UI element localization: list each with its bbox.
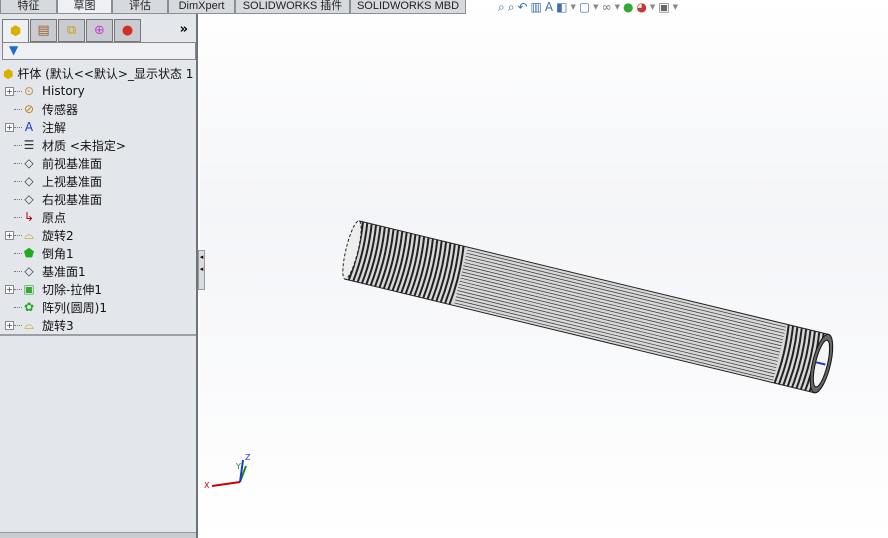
configuration-manager-tab[interactable]: ⧉: [58, 19, 85, 42]
plane-icon: ◇: [24, 264, 34, 278]
tree-item-label: 前视基准面: [42, 156, 103, 171]
tree-item-label: 注解: [42, 120, 67, 135]
tree-item[interactable]: ↳ 原点: [0, 208, 196, 226]
horizontal-scrollbar[interactable]: [0, 532, 196, 538]
tree-item[interactable]: + ⌓ 旋转2: [0, 226, 196, 244]
appearance-icon: ●: [121, 23, 134, 38]
tree-item-label: 阵列(圆周)1: [42, 300, 107, 315]
expand-icon[interactable]: +: [5, 86, 14, 96]
x-axis-label: X: [204, 481, 210, 490]
tree-item[interactable]: ◇ 基准面1: [0, 262, 196, 280]
command-manager-tabs: 特征 草图 评估 DimXpert SOLIDWORKS 插件 SOLIDWOR…: [0, 0, 466, 14]
tree-item[interactable]: ⊘ 传感器: [0, 100, 196, 118]
tree-item[interactable]: ☰ 材质 <未指定>: [0, 136, 196, 154]
plane-icon: ◇: [24, 156, 34, 170]
tree-item[interactable]: ◇ 前视基准面: [0, 154, 196, 172]
property-icon: ▤: [37, 23, 50, 38]
tree-item-label: 原点: [42, 210, 67, 225]
feature-manager-tab[interactable]: ⬢: [2, 19, 29, 42]
tree-root[interactable]: ⬢ 杆体 (默认<<默认>_显示状态 1: [3, 65, 196, 82]
filter-input[interactable]: ▼: [2, 42, 196, 60]
tree-item[interactable]: + ⌓ 旋转3: [0, 316, 196, 334]
revolve-icon: ⌓: [24, 318, 34, 332]
expand-icon[interactable]: +: [5, 320, 14, 330]
revolve-icon: ⌓: [24, 228, 34, 242]
tab-dimxpert[interactable]: DimXpert: [168, 0, 235, 14]
feature-tree: + ⏲ History ⊘ 传感器 + A 注解 ☰ 材质 <未指定> ◇ 前视基准面 ◇ 上视基准面 ◇ 右…: [0, 82, 196, 334]
tab-features[interactable]: 特征: [0, 0, 57, 14]
cut-extrude-icon: ▣: [23, 282, 35, 296]
tree-item[interactable]: + A 注解: [0, 118, 196, 136]
tree-item-label: 倒角1: [42, 246, 74, 261]
configuration-icon: ⧉: [66, 23, 77, 38]
tree-item-label: History: [42, 84, 85, 98]
panel-divider: [0, 334, 196, 336]
axis-triad: X Y Z: [204, 453, 251, 490]
dimxpert-manager-tab[interactable]: ⊕: [86, 19, 113, 42]
rod-part[interactable]: [339, 219, 837, 394]
circular-pattern-icon: ✿: [23, 300, 35, 314]
material-icon: ☰: [23, 138, 35, 152]
tree-item-label: 上视基准面: [42, 174, 103, 189]
tree-item[interactable]: + ▣ 切除-拉伸1: [0, 280, 196, 298]
more-tabs-button[interactable]: »: [180, 22, 188, 37]
tree-item[interactable]: ⬟ 倒角1: [0, 244, 196, 262]
sensor-icon: ⊘: [23, 102, 35, 116]
crosshair-icon: ⊕: [94, 23, 105, 38]
tree-item[interactable]: ✿ 阵列(圆周)1: [0, 298, 196, 316]
tab-evaluate[interactable]: 评估: [112, 0, 168, 14]
expand-icon[interactable]: +: [5, 122, 14, 132]
annotation-icon: A: [24, 120, 34, 134]
chamfer-icon: ⬟: [23, 246, 35, 260]
tree-item-label: 切除-拉伸1: [42, 282, 102, 297]
part-icon: ⬢: [3, 67, 14, 81]
origin-icon: ↳: [23, 210, 35, 224]
model-canvas: X Y Z: [204, 219, 837, 490]
z-axis-label: Z: [245, 453, 251, 462]
tab-solidworks-addins[interactable]: SOLIDWORKS 插件: [235, 0, 350, 14]
tree-item[interactable]: ◇ 右视基准面: [0, 190, 196, 208]
tab-solidworks-mbd[interactable]: SOLIDWORKS MBD: [350, 0, 466, 14]
tree-item-label: 基准面1: [42, 264, 86, 279]
root-label: 杆体 (默认<<默认>_显示状态 1: [17, 67, 194, 81]
tree-item-label: 右视基准面: [42, 192, 103, 207]
tree-item-label: 旋转2: [42, 228, 74, 243]
tree-item[interactable]: + ⏲ History: [0, 82, 196, 100]
expand-icon[interactable]: +: [5, 284, 14, 294]
panel-collapse-handle[interactable]: ◂ ◂: [198, 250, 205, 290]
expand-icon[interactable]: +: [5, 230, 14, 240]
filter-icon: ▼: [9, 43, 19, 57]
plane-icon: ◇: [24, 192, 34, 206]
property-manager-tab[interactable]: ▤: [30, 19, 57, 42]
tab-sketch[interactable]: 草图: [57, 0, 112, 14]
plane-icon: ◇: [24, 174, 34, 188]
feature-manager-panel: ⬢ ▤ ⧉ ⊕ ● » ▼ ⬢ 杆体 (默认<<默认>_显示状态 1 + ⏲ His…: [0, 14, 198, 538]
graphics-viewport[interactable]: ⌕ ⌕ ↶ ▥ A ◧ ▼ ▢ ▼ ∞ ▼ ● ◕ ▼ ▣ ▼ X Y Z: [200, 0, 888, 538]
tree-item-label: 传感器: [42, 102, 79, 117]
part-icon: ⬢: [9, 23, 22, 39]
history-icon: ⏲: [24, 84, 34, 98]
y-axis-label: Y: [235, 462, 241, 471]
display-manager-tab[interactable]: ●: [114, 19, 141, 42]
tree-item[interactable]: ◇ 上视基准面: [0, 172, 196, 190]
tree-item-label: 材质 <未指定>: [42, 138, 126, 153]
tree-item-label: 旋转3: [42, 318, 74, 333]
